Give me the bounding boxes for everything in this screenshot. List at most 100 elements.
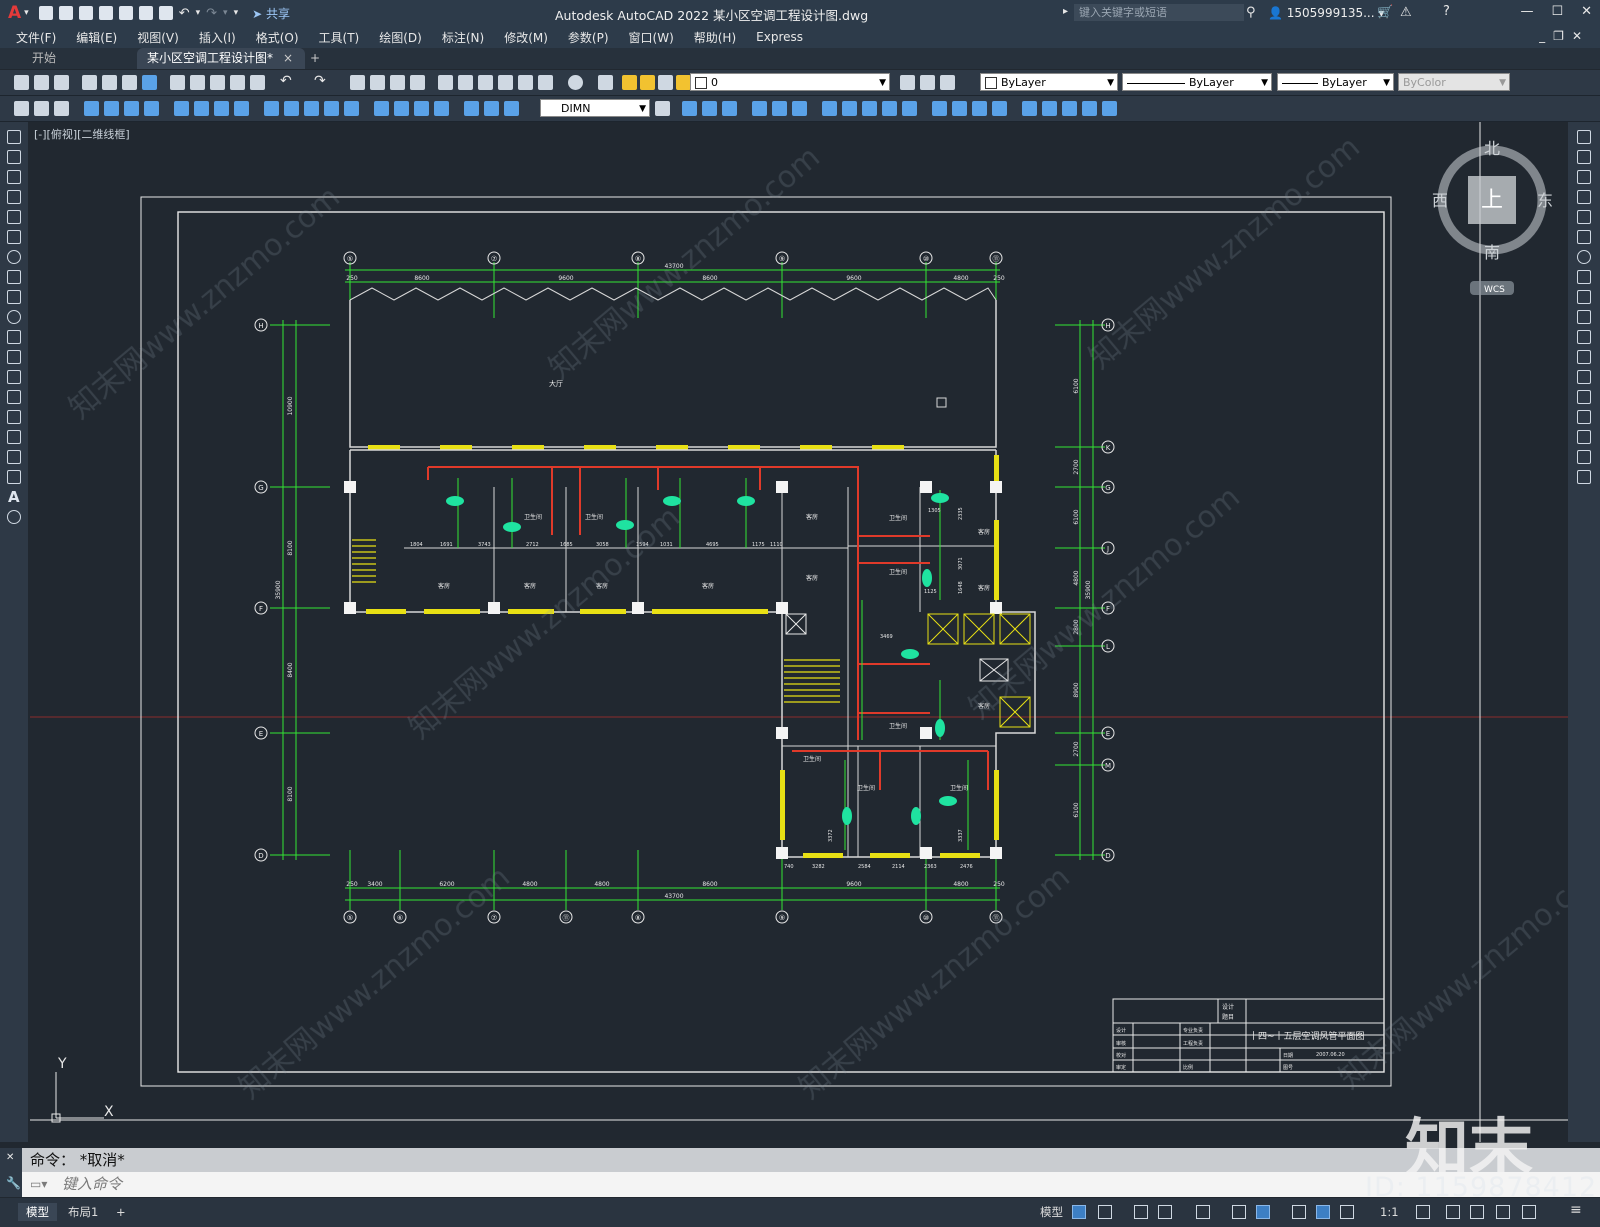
snap-icon[interactable] (1098, 1205, 1112, 1219)
open-file-icon[interactable] (58, 6, 73, 20)
linetype-dropdown[interactable]: ByLayer ▼ (1122, 73, 1272, 91)
layer-properties-icon[interactable] (598, 75, 613, 90)
quick-dim-icon[interactable] (264, 101, 279, 116)
baseline-dim-icon[interactable] (284, 101, 299, 116)
dimstyle-manager-icon[interactable] (655, 101, 670, 116)
ordinate-dim-icon[interactable] (144, 101, 159, 116)
circle-icon[interactable] (7, 250, 21, 264)
diameter-dim-icon[interactable] (214, 101, 229, 116)
menu-draw[interactable]: 绘图(D) (379, 29, 422, 46)
minimize-icon[interactable]: — (1520, 4, 1533, 19)
ortho-icon[interactable] (1134, 1205, 1148, 1219)
new-file-icon[interactable] (38, 6, 53, 20)
insert-block-icon[interactable] (1022, 101, 1037, 116)
annotation-visibility-icon[interactable] (1340, 1205, 1354, 1219)
dim-space-icon[interactable] (324, 101, 339, 116)
multiline-text-icon[interactable]: A (8, 488, 20, 506)
save-web-icon[interactable] (138, 6, 153, 20)
erase-icon[interactable] (1577, 130, 1591, 144)
construction-line-icon[interactable] (7, 150, 21, 164)
draw-order-icon[interactable] (14, 101, 29, 116)
layer-dropdown[interactable]: 0 ▼ (690, 73, 890, 91)
region-icon[interactable] (7, 450, 21, 464)
join-icon[interactable] (932, 101, 947, 116)
save-icon[interactable] (78, 6, 93, 20)
menu-tools[interactable]: 工具(T) (319, 29, 360, 46)
lineweight-icon[interactable] (1292, 1205, 1306, 1219)
block-editor-icon[interactable] (250, 75, 265, 90)
polygon-icon[interactable] (7, 190, 21, 204)
autodesk-app-icon[interactable]: ⚠ (1400, 5, 1412, 20)
continue-dim-icon[interactable] (304, 101, 319, 116)
insert-block-icon[interactable] (7, 350, 21, 364)
units-icon[interactable] (1470, 1205, 1484, 1219)
chamfer-icon[interactable] (952, 101, 967, 116)
plot-icon[interactable] (158, 6, 173, 20)
trim-icon[interactable] (1577, 310, 1591, 324)
angular-dim-icon[interactable] (234, 101, 249, 116)
line-icon[interactable] (7, 130, 21, 144)
dim-update-icon[interactable] (504, 101, 519, 116)
spline-icon[interactable] (7, 290, 21, 304)
undo-icon[interactable]: ↶ (179, 6, 190, 21)
fillet-icon[interactable] (1577, 430, 1591, 444)
dynamic-input-icon[interactable] (1316, 1205, 1330, 1219)
color-dropdown[interactable]: ByLayer ▼ (980, 73, 1118, 91)
copy-object-icon[interactable] (682, 101, 697, 116)
add-selected-icon[interactable] (7, 510, 21, 524)
publish-icon[interactable] (122, 75, 137, 90)
object-snap-icon[interactable] (1256, 1205, 1270, 1219)
redo-icon[interactable]: ↷ (314, 73, 326, 89)
menu-edit[interactable]: 编辑(E) (76, 29, 117, 46)
offset-icon[interactable] (722, 101, 737, 116)
match-properties-icon[interactable] (230, 75, 245, 90)
hatch-icon[interactable] (7, 410, 21, 424)
user-account[interactable]: 👤 1505999135... ▾ (1268, 6, 1384, 20)
command-line-handle[interactable]: ✕ 🔧 (0, 1148, 22, 1197)
redo-icon[interactable]: ↷ (206, 6, 217, 21)
jogged-linear-icon[interactable] (434, 101, 449, 116)
radius-dim-icon[interactable] (174, 101, 189, 116)
help-icon[interactable]: ? (1443, 4, 1450, 19)
plot-preview-icon[interactable] (102, 75, 117, 90)
search-expand-icon[interactable]: ▸ (1063, 6, 1068, 17)
trim-icon[interactable] (862, 101, 877, 116)
save-icon[interactable] (54, 75, 69, 90)
object-snap-tracking-icon[interactable] (1232, 1205, 1246, 1219)
rotate-icon[interactable] (792, 101, 807, 116)
qnew-icon[interactable] (14, 75, 29, 90)
viewport-controls-label[interactable]: [-][俯视][二维线框] (34, 126, 130, 142)
tab-drawing[interactable]: 某小区空调工程设计图* × (137, 48, 305, 69)
customize-icon[interactable]: 🔧 (6, 1176, 21, 1190)
plotstyle-dropdown[interactable]: ByColor ▼ (1398, 73, 1510, 91)
tab-layout1[interactable]: 布局1 (60, 1203, 106, 1221)
markup-icon[interactable] (518, 75, 533, 90)
layer-on-icon[interactable] (622, 75, 637, 90)
plot-icon[interactable] (82, 75, 97, 90)
menu-dimension[interactable]: 标注(N) (442, 29, 484, 46)
pan-icon[interactable] (350, 75, 365, 90)
arc-icon[interactable] (7, 230, 21, 244)
properties-icon[interactable] (438, 75, 453, 90)
break-icon[interactable] (1577, 370, 1591, 384)
break-icon[interactable] (902, 101, 917, 116)
break-at-point-icon[interactable] (1577, 350, 1591, 364)
menu-view[interactable]: 视图(V) (137, 29, 179, 46)
gradient-icon[interactable] (7, 430, 21, 444)
layer-state-icon[interactable] (940, 75, 955, 90)
make-block-icon[interactable] (1042, 101, 1057, 116)
hatch-to-back-icon[interactable] (54, 101, 69, 116)
revision-cloud-icon[interactable] (7, 270, 21, 284)
autocad-logo-icon[interactable]: A (8, 3, 21, 23)
close-command-line-icon[interactable]: ✕ (6, 1152, 14, 1163)
open-web-icon[interactable] (118, 6, 133, 20)
help-search-input[interactable]: 键入关键字或短语 (1074, 4, 1244, 21)
scale-icon[interactable] (1577, 270, 1591, 284)
arc-length-dim-icon[interactable] (124, 101, 139, 116)
ellipse-icon[interactable] (7, 310, 21, 324)
layer-lock-icon[interactable] (676, 75, 691, 90)
dimstyle-dropdown[interactable]: DIMN ▼ (540, 99, 650, 117)
extend-icon[interactable] (882, 101, 897, 116)
layer-viewport-icon[interactable] (658, 75, 673, 90)
ellipse-arc-icon[interactable] (7, 330, 21, 344)
